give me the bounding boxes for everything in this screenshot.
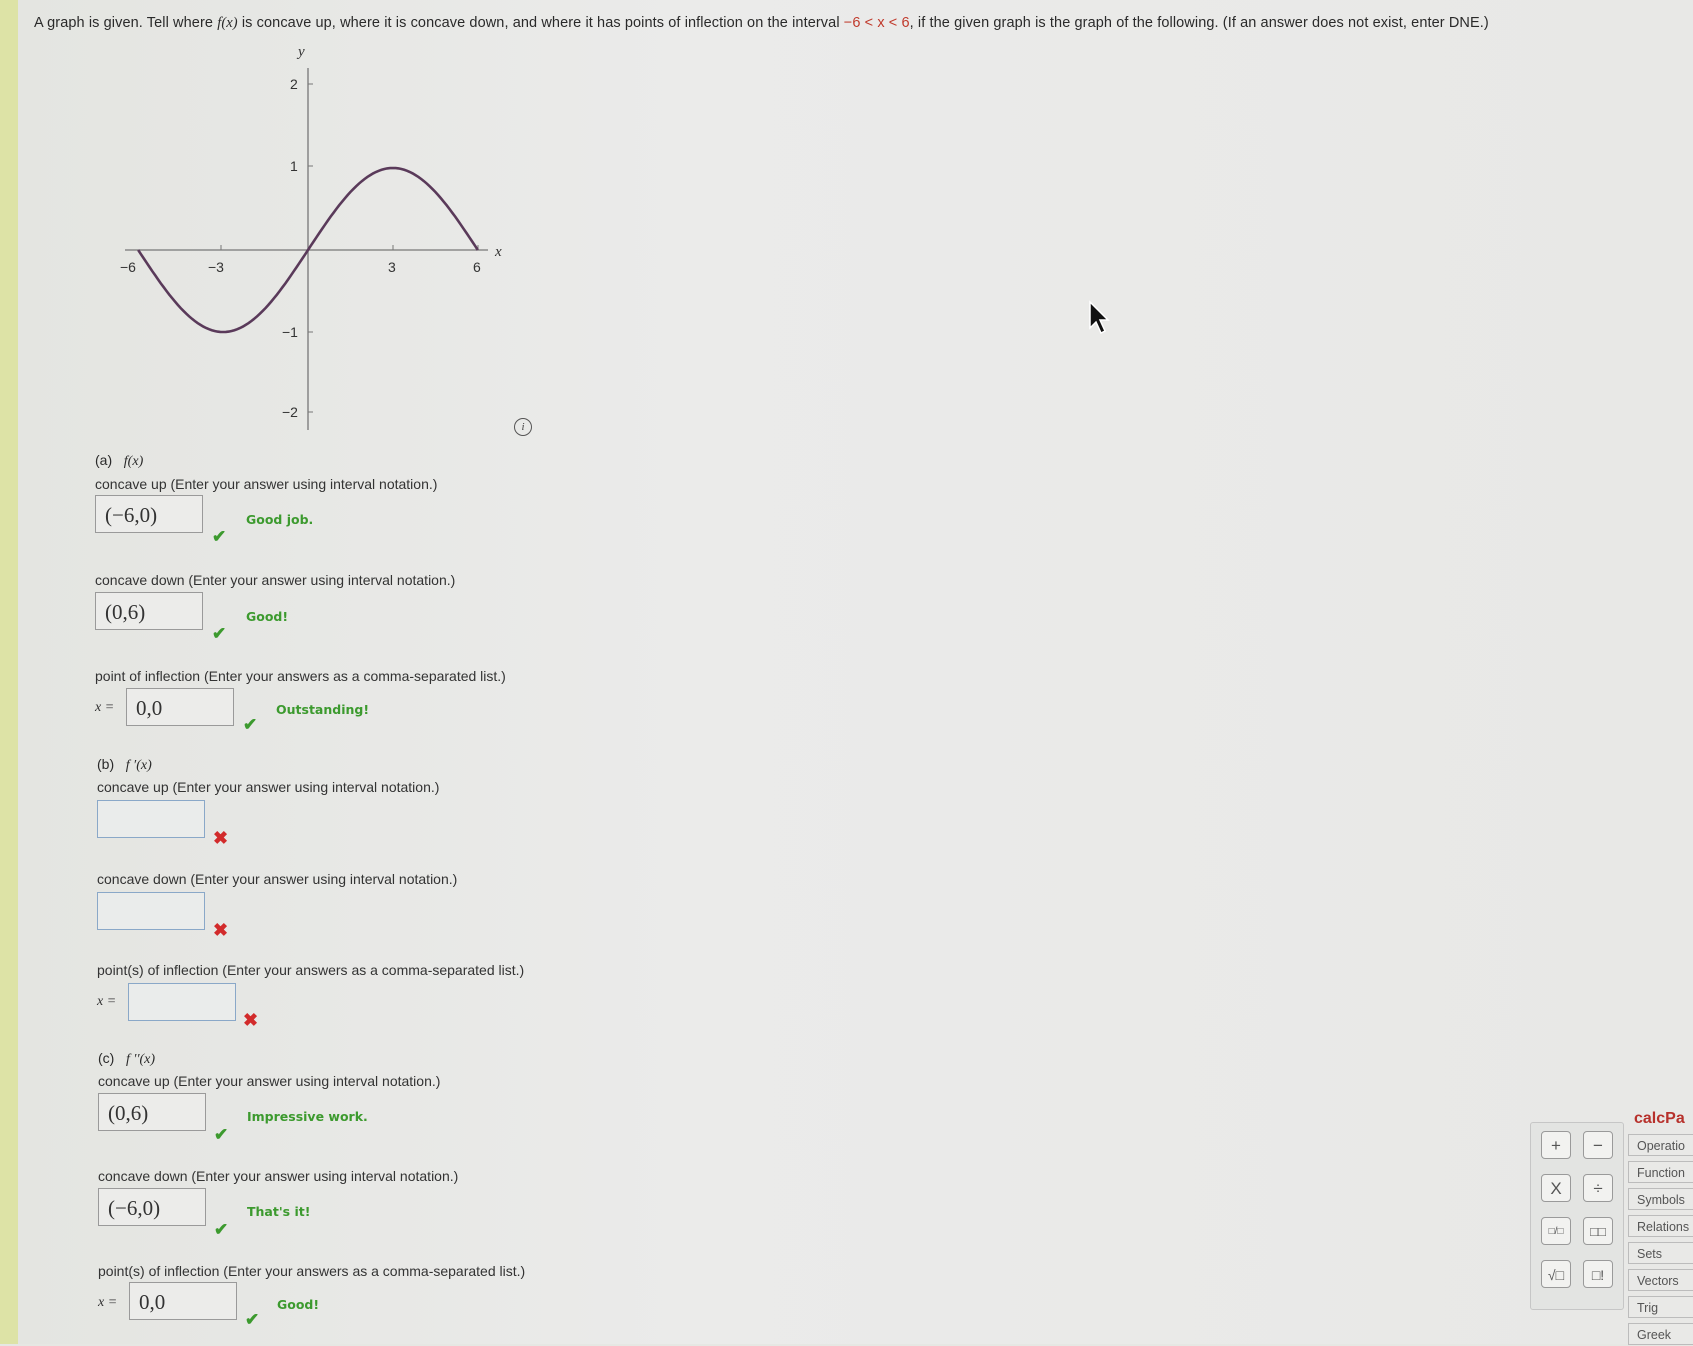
concave-down-question: concave down (Enter your answer using in… bbox=[97, 871, 458, 887]
x-tick-label: 3 bbox=[388, 259, 396, 275]
concave-down-question: concave down (Enter your answer using in… bbox=[98, 1168, 459, 1184]
y-tick-label: 1 bbox=[290, 158, 298, 174]
calcpad-buttons-panel: + − X ÷ □/□ □□ √□ □! bbox=[1530, 1122, 1624, 1310]
part-b-label: (b) f ′(x) bbox=[97, 756, 152, 774]
prompt-fx: f(x) bbox=[217, 15, 238, 31]
x-equals-label: x = bbox=[95, 700, 115, 715]
correct-check-icon: ✔ bbox=[214, 1125, 229, 1144]
concave-down-question: concave down (Enter your answer using in… bbox=[95, 572, 456, 588]
feedback-text: Impressive work. bbox=[247, 1109, 368, 1124]
part-function: f ′(x) bbox=[125, 758, 152, 773]
concave-up-input[interactable]: (0,6) bbox=[98, 1093, 206, 1131]
part-letter: (a) bbox=[95, 452, 113, 468]
calcpad-menu-functions[interactable]: Function bbox=[1628, 1161, 1693, 1183]
fraction-button[interactable]: □/□ bbox=[1541, 1217, 1571, 1245]
y-tick-label: −1 bbox=[282, 324, 298, 340]
concave-up-input[interactable] bbox=[97, 800, 205, 838]
part-function: f ′′(x) bbox=[126, 1052, 156, 1067]
calcpad-menu-trig[interactable]: Trig bbox=[1628, 1296, 1693, 1318]
concave-up-question: concave up (Enter your answer using inte… bbox=[97, 779, 440, 795]
prompt-text-1: A graph is given. Tell where bbox=[34, 15, 218, 31]
feedback-text: Good! bbox=[246, 609, 289, 624]
minus-button[interactable]: − bbox=[1583, 1131, 1613, 1159]
part-letter: (c) bbox=[98, 1050, 115, 1066]
prompt-text-2: is concave up, where it is concave down,… bbox=[237, 15, 844, 31]
calcpad-menu-greek[interactable]: Greek bbox=[1628, 1323, 1693, 1345]
feedback-text: Good job. bbox=[246, 512, 314, 527]
function-graph: y x −6 −3 3 6 2 1 −1 −2 bbox=[120, 44, 502, 430]
inflection-question: point(s) of inflection (Enter your answe… bbox=[98, 1263, 526, 1279]
correct-check-icon: ✔ bbox=[212, 624, 227, 643]
x-tick-label: −6 bbox=[120, 259, 136, 275]
mouse-cursor-icon bbox=[1089, 300, 1110, 335]
sqrt-button[interactable]: √□ bbox=[1541, 1260, 1571, 1288]
incorrect-cross-icon: ✖ bbox=[213, 920, 229, 940]
calcpad-menu-sets[interactable]: Sets bbox=[1628, 1242, 1693, 1264]
inflection-input[interactable]: 0,0 bbox=[129, 1282, 237, 1320]
part-c-label: (c) f ′′(x) bbox=[98, 1050, 155, 1068]
concave-up-question: concave up (Enter your answer using inte… bbox=[98, 1073, 441, 1089]
part-a-label: (a) f(x) bbox=[95, 452, 143, 470]
problem-prompt: A graph is given. Tell where f(x) is con… bbox=[34, 15, 1489, 32]
inflection-input[interactable] bbox=[128, 983, 236, 1021]
plus-button[interactable]: + bbox=[1541, 1131, 1571, 1159]
prompt-interval: −6 < x < 6 bbox=[843, 15, 910, 31]
feedback-text: Good! bbox=[277, 1297, 320, 1312]
correct-check-icon: ✔ bbox=[243, 715, 258, 734]
calcpad-menu-symbols[interactable]: Symbols bbox=[1628, 1188, 1693, 1210]
feedback-text: That's it! bbox=[247, 1204, 311, 1219]
y-tick-label: 2 bbox=[290, 76, 298, 92]
x-equals-label: x = bbox=[98, 1295, 118, 1310]
calcpad-menu-relations[interactable]: Relations bbox=[1628, 1215, 1693, 1237]
feedback-text: Outstanding! bbox=[276, 702, 370, 717]
x-tick-label: −3 bbox=[208, 259, 224, 275]
calcpad-menu-vectors[interactable]: Vectors bbox=[1628, 1269, 1693, 1291]
incorrect-cross-icon: ✖ bbox=[213, 828, 229, 848]
incorrect-cross-icon: ✖ bbox=[243, 1010, 259, 1030]
divide-button[interactable]: ÷ bbox=[1583, 1174, 1613, 1202]
correct-check-icon: ✔ bbox=[214, 1220, 229, 1239]
part-letter: (b) bbox=[97, 756, 115, 772]
y-tick-label: −2 bbox=[282, 404, 298, 420]
exponent-button[interactable]: □□ bbox=[1583, 1217, 1613, 1245]
factorial-button[interactable]: □! bbox=[1583, 1260, 1613, 1288]
calcpad-menu-operations[interactable]: Operatio bbox=[1628, 1134, 1693, 1156]
inflection-question: point(s) of inflection (Enter your answe… bbox=[97, 962, 525, 978]
correct-check-icon: ✔ bbox=[245, 1310, 260, 1329]
multiply-button[interactable]: X bbox=[1541, 1174, 1571, 1202]
concave-down-input[interactable] bbox=[97, 892, 205, 930]
concave-up-question: concave up (Enter your answer using inte… bbox=[95, 476, 438, 492]
x-tick-label: 6 bbox=[473, 259, 481, 275]
concave-up-input[interactable]: (−6,0) bbox=[95, 495, 203, 533]
x-equals-label: x = bbox=[97, 994, 117, 1009]
concave-down-input[interactable]: (−6,0) bbox=[98, 1188, 206, 1226]
calcpad-title: calcPa bbox=[1634, 1110, 1685, 1127]
x-axis-label: x bbox=[494, 244, 502, 260]
info-icon[interactable]: i bbox=[514, 418, 532, 436]
inflection-input[interactable]: 0,0 bbox=[126, 688, 234, 726]
y-axis-label: y bbox=[296, 44, 305, 60]
correct-check-icon: ✔ bbox=[212, 527, 227, 546]
concave-down-input[interactable]: (0,6) bbox=[95, 592, 203, 630]
part-function: f(x) bbox=[123, 454, 144, 469]
inflection-question: point of inflection (Enter your answers … bbox=[95, 668, 506, 684]
prompt-text-3: , if the given graph is the graph of the… bbox=[909, 15, 1489, 31]
